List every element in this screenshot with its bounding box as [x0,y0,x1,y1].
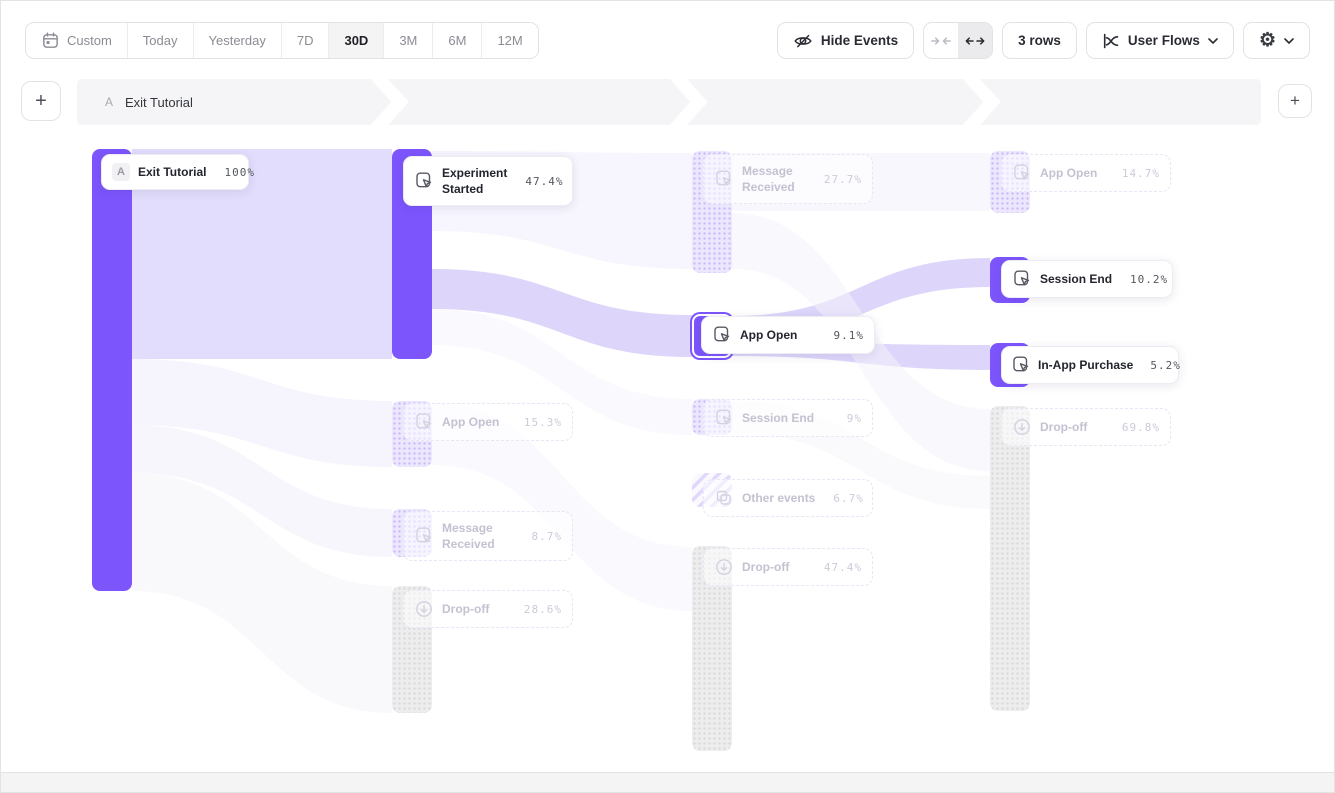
node-card-drop-off-c2[interactable]: Drop-off 28.6% [403,590,573,628]
event-icon [714,169,734,189]
node-card-message-received-c3[interactable]: Message Received 27.7% [703,154,873,204]
node-card-drop-off-c3[interactable]: Drop-off 47.4% [703,548,873,586]
drop-off-icon [1012,417,1032,437]
date-30d-button[interactable]: 30D [328,23,383,58]
date-today-button[interactable]: Today [127,23,193,58]
date-range-control: Custom Today Yesterday 7D 30D 3M 6M 12M [25,22,539,59]
date-7d-button[interactable]: 7D [281,23,329,58]
rows-button[interactable]: 3 rows [1002,22,1077,59]
user-flows-icon [1102,32,1120,50]
hide-events-button[interactable]: Hide Events [777,22,914,59]
node-card-session-end-c3[interactable]: Session End 9% [703,399,873,437]
node-bar-exit-tutorial[interactable] [92,149,132,591]
settings-button[interactable]: ⚙ [1243,22,1310,59]
node-card-in-app-purchase-c4[interactable]: In-App Purchase 5.2% [1001,346,1179,384]
event-icon [414,526,434,546]
toolbar: Custom Today Yesterday 7D 30D 3M 6M 12M … [25,22,1310,59]
node-card-app-open-c4[interactable]: App Open 14.7% [1001,154,1171,192]
footer-strip [1,772,1334,792]
chevron-down-icon [1284,38,1294,44]
date-6m-button[interactable]: 6M [432,23,481,58]
eye-off-icon [793,31,813,51]
event-icon [1012,269,1032,289]
node-card-app-open-c2[interactable]: App Open 15.3% [403,403,573,441]
node-bar-drop-off-c4[interactable] [990,406,1030,711]
event-a-badge: A [112,163,130,181]
add-step-left-button[interactable]: + [21,81,61,121]
event-icon [414,171,434,191]
user-flows-page: Custom Today Yesterday 7D 30D 3M 6M 12M … [0,0,1335,793]
node-card-message-received-c2[interactable]: Message Received 8.7% [403,511,573,561]
calendar-icon [41,31,60,50]
drop-off-icon [414,599,434,619]
event-icon [414,412,434,432]
expand-columns-button[interactable] [958,23,992,58]
arrows-in-icon [931,35,951,47]
step-badge: A [101,93,117,111]
node-card-session-end-c4[interactable]: Session End 10.2% [1001,260,1173,298]
node-card-other-events-c3[interactable]: Other events 6.7% [703,479,873,517]
step-a-label[interactable]: A Exit Tutorial [101,79,193,125]
date-range-label: Custom [67,33,112,48]
date-yesterday-button[interactable]: Yesterday [193,23,281,58]
node-card-exit-tutorial[interactable]: A Exit Tutorial 100% [101,154,249,190]
layers-icon [714,488,734,508]
collapse-columns-button[interactable] [924,23,958,58]
date-3m-button[interactable]: 3M [383,23,432,58]
event-icon [1012,163,1032,183]
arrows-out-icon [965,35,985,47]
node-card-drop-off-c4[interactable]: Drop-off 69.8% [1001,408,1171,446]
steps-band[interactable] [77,79,1261,125]
event-icon [1011,355,1031,375]
step-name: Exit Tutorial [125,95,193,110]
event-icon [712,325,732,345]
gear-icon: ⚙ [1259,31,1276,50]
drop-off-icon [714,557,734,577]
collapse-expand-control [923,22,993,59]
date-12m-button[interactable]: 12M [481,23,537,58]
toolbar-actions: Hide Events 3 rows [777,22,1310,59]
event-icon [714,408,734,428]
view-selector-button[interactable]: User Flows [1086,22,1234,59]
chevron-down-icon [1208,38,1218,44]
node-card-experiment-started[interactable]: Experiment Started 47.4% [403,156,573,206]
date-custom-button[interactable]: Custom [26,23,127,58]
add-step-right-button[interactable]: + [1278,84,1312,118]
node-card-app-open-c3[interactable]: App Open 9.1% [701,316,875,354]
